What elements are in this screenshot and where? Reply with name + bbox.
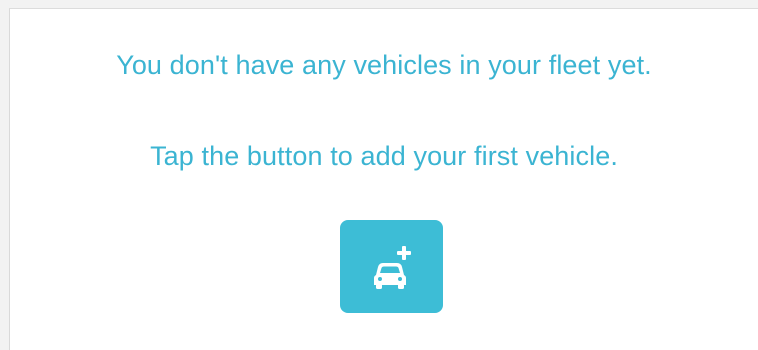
car-plus-icon <box>368 243 416 291</box>
empty-state-message: You don't have any vehicles in your flee… <box>116 50 652 80</box>
add-vehicle-button[interactable] <box>340 220 443 313</box>
empty-state-panel: You don't have any vehicles in your flee… <box>9 8 758 350</box>
empty-state-instruction: Tap the button to add your first vehicle… <box>150 141 618 171</box>
